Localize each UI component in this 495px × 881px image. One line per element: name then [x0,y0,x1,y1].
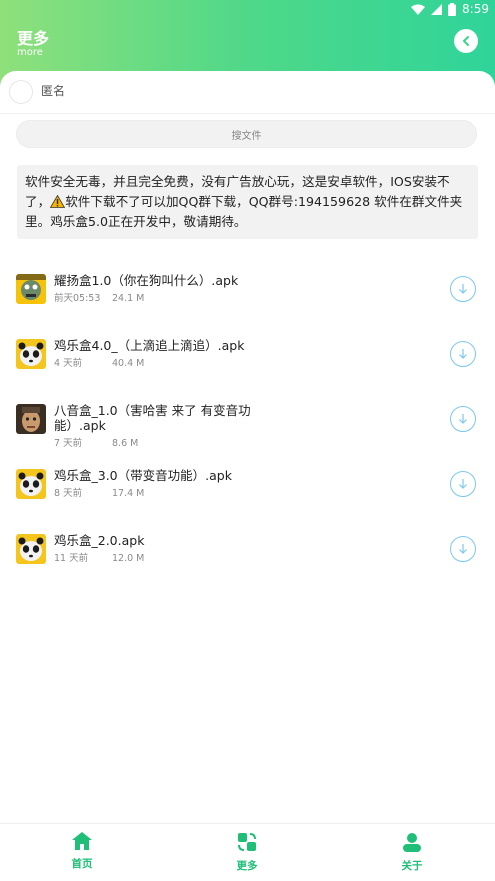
file-size: 8.6 M [112,438,139,449]
download-button[interactable] [450,406,476,432]
download-icon [459,414,467,424]
wifi-icon [411,4,426,15]
transfer-icon [238,833,256,851]
signal-icon [431,3,443,15]
anonymous-label: 匿名 [41,84,66,98]
file-time: 4 天前 [54,358,83,369]
download-button[interactable] [450,471,476,497]
file-name: 耀扬盒1.0（你在狗叫什么）.apk [54,273,239,288]
download-icon [459,349,467,359]
download-icon [459,479,467,489]
file-time: 7 天前 [54,438,83,449]
back-button[interactable] [454,29,478,53]
notice-box: 软件安全无毒，并且完全免费，没有广告放心玩，这是安卓软件，IOS安装不了， 软件下… [17,165,478,239]
file-thumbnail [16,339,46,369]
warning-icon [50,195,66,208]
battery-icon [448,2,457,16]
file-item[interactable]: 八音盒_1.0（害哈害 来了 有变音功能）.apk 7 天前 8.6 M [0,401,495,457]
file-item[interactable]: 鸡乐盒4.0_（上滴追上滴追）.apk 4 天前 40.4 M [0,336,495,392]
page-subtitle: more [17,47,43,58]
file-name: 八音盒_1.0（害哈害 来了 有变音功能）.apk [54,403,251,433]
chevron-left-icon [463,36,469,46]
file-time: 前天05:53 [54,293,101,304]
file-size: 17.4 M [112,488,145,499]
file-thumbnail [16,469,46,499]
tab-more-label: 更多 [236,860,258,872]
download-button[interactable] [450,341,476,367]
file-time: 8 天前 [54,488,83,499]
file-thumbnail [16,274,46,304]
file-meta: 7 天前 8.6 M [54,435,138,449]
tab-home[interactable]: 首页 [52,832,112,871]
status-bar: 8:59 [0,0,495,20]
file-thumbnail [16,404,46,434]
file-thumbnail [16,534,46,564]
file-time: 11 天前 [54,553,89,564]
tab-home-label: 首页 [71,858,93,870]
file-item[interactable]: 耀扬盒1.0（你在狗叫什么）.apk 前天05:53 24.1 M [0,271,495,327]
anonymous-row[interactable]: 匿名 [0,71,495,114]
file-meta: 前天05:53 24.1 M [54,290,144,304]
file-item[interactable]: 鸡乐盒_3.0（带变音功能）.apk 8 天前 17.4 M [0,466,495,522]
download-icon [459,544,467,554]
download-icon [459,284,467,294]
file-size: 12.0 M [112,553,145,564]
home-icon [72,832,92,850]
notice-text-2: 软件下载不了可以加QQ群下载，QQ群号:194159628 软件在群文件夹里。鸡… [25,194,463,229]
file-meta: 11 天前 12.0 M [54,550,144,564]
file-meta: 8 天前 17.4 M [54,485,144,499]
status-time: 8:59 [462,2,489,16]
page-title: 更多 [17,29,50,48]
file-meta: 4 天前 40.4 M [54,355,144,369]
file-name: 鸡乐盒_3.0（带变音功能）.apk [54,468,232,483]
search-input[interactable]: 搜文件 [16,120,477,148]
user-icon [403,833,421,852]
file-item[interactable]: 鸡乐盒_2.0.apk 11 天前 12.0 M [0,531,495,587]
bottom-tab-bar: 首页 更多 关于 [0,823,495,881]
file-size: 24.1 M [112,293,145,304]
download-button[interactable] [450,276,476,302]
avatar [9,80,33,104]
file-size: 40.4 M [112,358,145,369]
download-button[interactable] [450,536,476,562]
file-name: 鸡乐盒_2.0.apk [54,533,145,548]
tab-about-label: 关于 [401,860,423,872]
tab-more[interactable]: 更多 [217,832,277,873]
search-placeholder: 搜文件 [231,130,262,142]
tab-about[interactable]: 关于 [382,832,442,873]
content-sheet: 匿名 搜文件 软件安全无毒，并且完全免费，没有广告放心玩，这是安卓软件，IOS安… [0,71,495,823]
file-name: 鸡乐盒4.0_（上滴追上滴追）.apk [54,338,245,353]
